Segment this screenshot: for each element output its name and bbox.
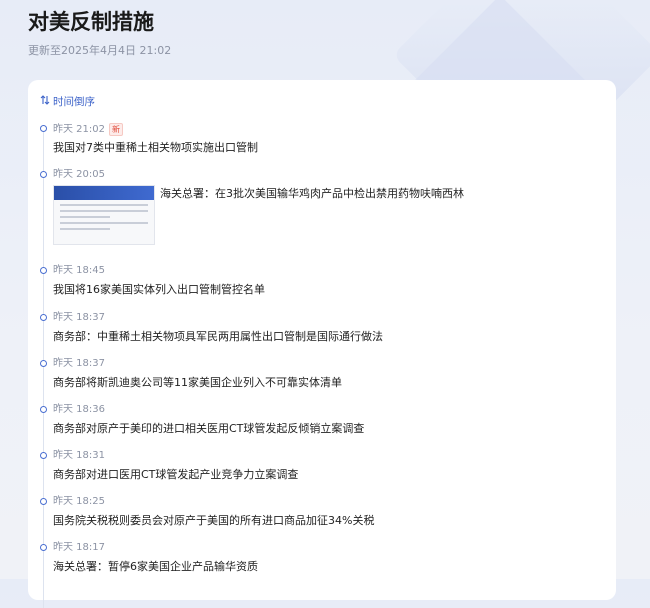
page-title: 对美反制措施 [28,10,154,34]
timeline-dot-icon [40,360,47,367]
timeline-dot-icon [40,544,47,551]
timeline-dot-icon [40,314,47,321]
timeline-dot-icon [40,267,47,274]
item-time: 昨天 18:17 [53,542,105,553]
item-headline-link[interactable]: 商务部：中重稀土相关物项具军民两用属性出口管制是国际通行做法 [53,330,383,344]
item-time: 昨天 18:25 [53,496,105,507]
timeline-dot-icon [40,498,47,505]
item-headline-link[interactable]: 我国对7类中重稀土相关物项实施出口管制 [53,141,258,155]
item-time: 昨天 20:05 [53,169,105,180]
sort-label: 时间倒序 [53,96,95,108]
item-headline-link[interactable]: 商务部对进口医用CT球管发起产业竞争力立案调查 [53,468,298,482]
item-time: 昨天 18:37 [53,312,105,323]
timeline-dot-icon [40,171,47,178]
timeline-dot-icon [40,406,47,413]
item-thumbnail-image[interactable] [53,185,155,245]
new-badge: 新 [109,123,123,136]
updated-time: 更新至2025年4月4日 21:02 [28,44,172,57]
sort-toggle-button[interactable]: 时间倒序 [40,94,95,109]
page-header: 对美反制措施 更新至2025年4月4日 21:02 [28,8,171,58]
item-headline-link[interactable]: 商务部将斯凯迪奥公司等11家美国企业列入不可靠实体清单 [53,376,342,390]
timeline-card: 时间倒序 昨天 21:02 新 我国对7类中重稀土相关物项实施出口管制 昨天 20… [28,80,616,608]
timeline-line [43,128,44,608]
item-time: 昨天 18:36 [53,404,105,415]
item-headline-link[interactable]: 商务部对原产于美印的进口相关医用CT球管发起反倾销立案调查 [53,422,364,436]
timeline-dot-icon [40,452,47,459]
sort-icon [40,95,53,108]
item-time: 昨天 18:31 [53,450,105,461]
item-time: 昨天 21:02 新 [53,123,123,136]
timeline-dot-icon [40,125,47,132]
item-headline-link[interactable]: 海关总署：在3批次美国输华鸡肉产品中检出禁用药物呋喃西林 [160,187,464,201]
item-time: 昨天 18:37 [53,358,105,369]
item-headline-link[interactable]: 国务院关税税则委员会对原产于美国的所有进口商品加征34%关税 [53,514,374,528]
item-headline-link[interactable]: 海关总署：暂停6家美国企业产品输华资质 [53,560,258,574]
item-time: 昨天 18:45 [53,265,105,276]
item-headline-link[interactable]: 我国将16家美国实体列入出口管制管控名单 [53,283,265,297]
